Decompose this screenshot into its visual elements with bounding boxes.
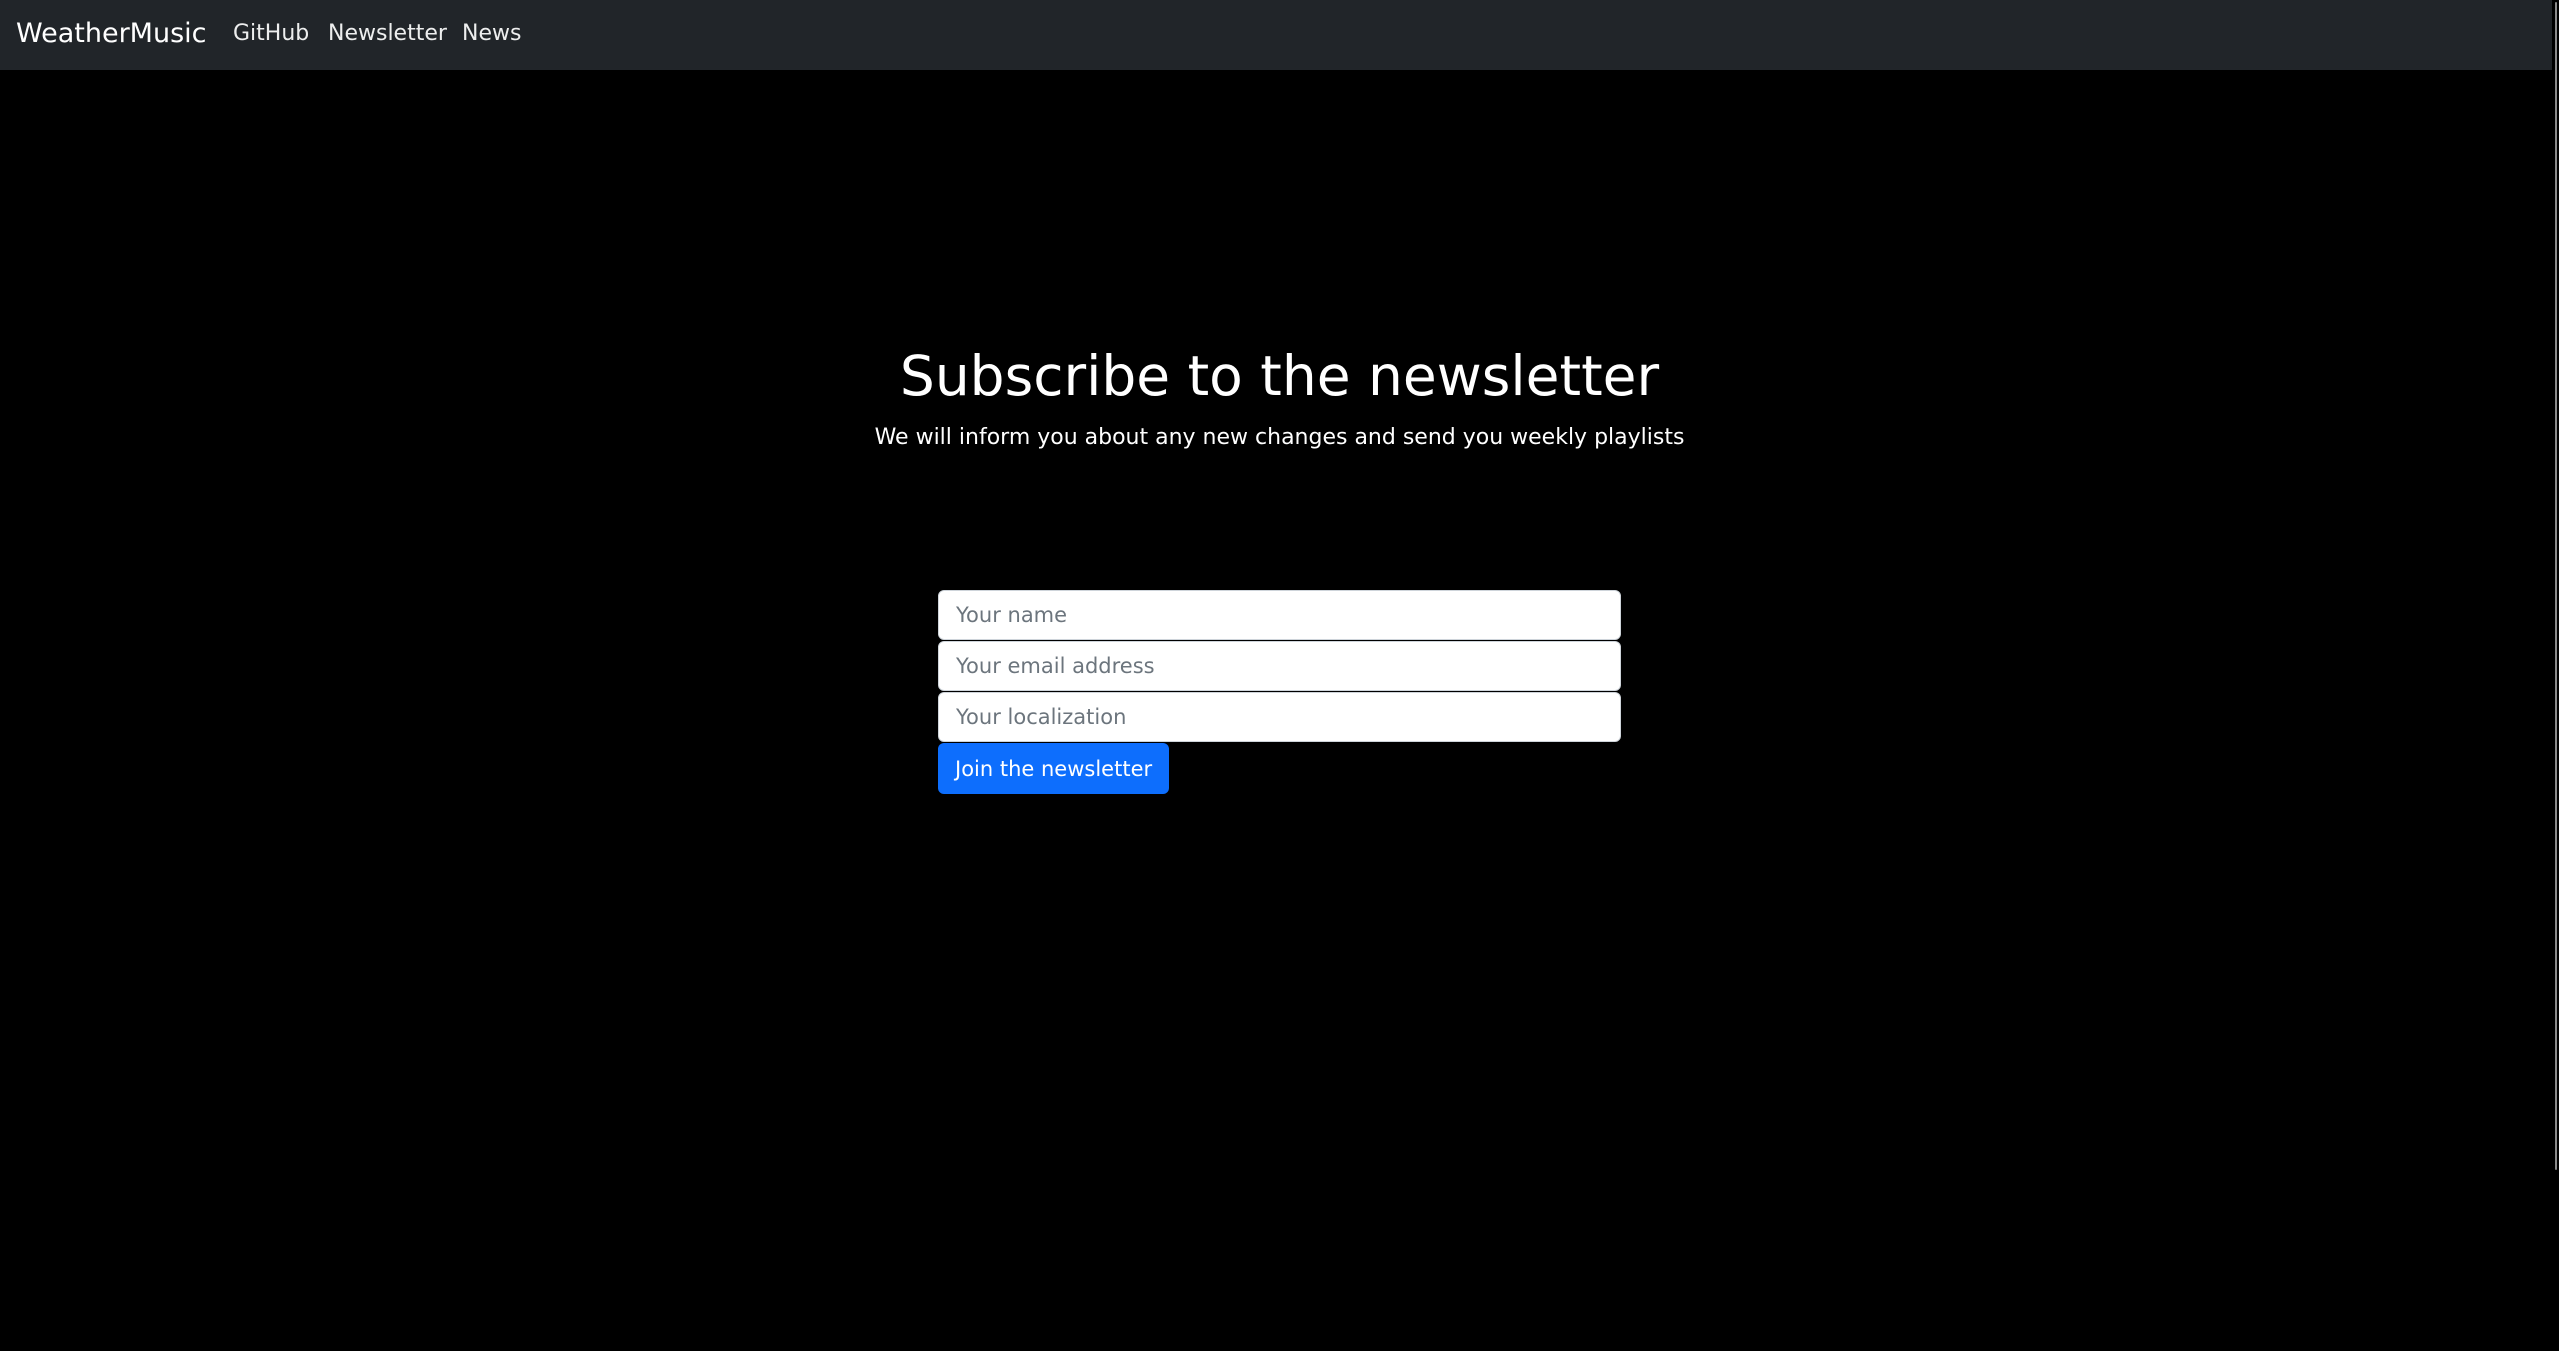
page-title: Subscribe to the newsletter xyxy=(899,344,1660,408)
nav-link-newsletter[interactable]: Newsletter xyxy=(328,0,447,68)
nav-link-news[interactable]: News xyxy=(462,0,521,68)
top-navbar: WeatherMusic GitHub Newsletter News xyxy=(0,0,2559,70)
join-newsletter-button[interactable]: Join the newsletter xyxy=(938,743,1170,794)
newsletter-hero: Subscribe to the newsletter We will info… xyxy=(0,330,2559,454)
nav-link-github[interactable]: GitHub xyxy=(233,0,309,68)
scrollbar-thumb[interactable] xyxy=(2555,2,2557,1170)
name-input[interactable] xyxy=(938,590,1621,640)
brand-link[interactable]: WeatherMusic xyxy=(16,0,207,68)
newsletter-form: Join the newsletter xyxy=(938,590,1621,794)
localization-input[interactable] xyxy=(938,692,1621,742)
email-input[interactable] xyxy=(938,641,1621,691)
page-scrollbar[interactable] xyxy=(2552,0,2559,1351)
page-subtitle: We will inform you about any new changes… xyxy=(874,425,1685,450)
